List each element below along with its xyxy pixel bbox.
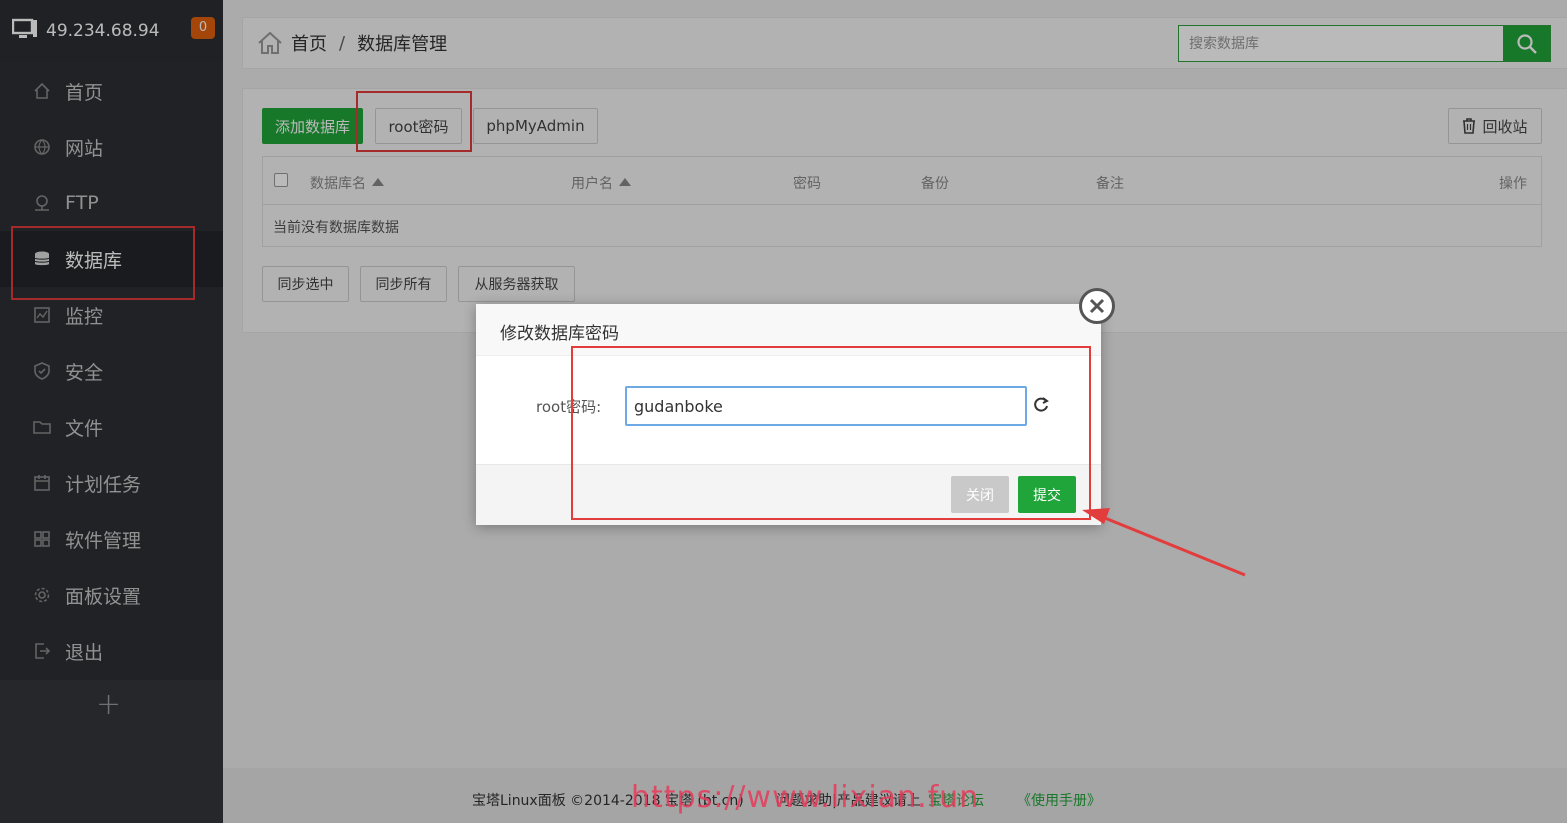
dialog-footer: 关闭 提交 bbox=[476, 464, 1101, 525]
close-icon bbox=[1089, 298, 1105, 314]
dialog-header: 修改数据库密码 bbox=[476, 304, 1101, 356]
close-button[interactable]: 关闭 bbox=[951, 476, 1009, 513]
root-password-input[interactable] bbox=[625, 386, 1027, 426]
change-password-dialog: 修改数据库密码 root密码: 关闭 提交 bbox=[476, 304, 1101, 525]
watermark: https://www.lixian.fun bbox=[631, 780, 980, 815]
refresh-icon[interactable] bbox=[1031, 395, 1051, 415]
submit-button[interactable]: 提交 bbox=[1018, 476, 1076, 513]
dialog-close-button[interactable] bbox=[1079, 288, 1115, 324]
root-password-label: root密码: bbox=[536, 398, 602, 416]
dialog-title: 修改数据库密码 bbox=[500, 324, 619, 344]
